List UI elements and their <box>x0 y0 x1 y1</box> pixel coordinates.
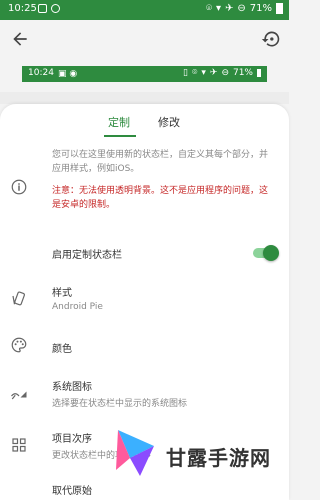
system-icons-row[interactable]: 系统图标 选择要在状态栏中显示的系统图标 <box>0 374 289 410</box>
statusbar-preview: 10:24 ▣ ◉ ▯ ⌾ ▾ ✈ ⊖ 71% <box>22 66 267 82</box>
info-block: 您可以在这里使用新的状态栏，自定义其每个部分，并应用样式，例如iOS。 注意：无… <box>0 148 289 222</box>
style-row[interactable]: 样式 Android Pie <box>0 280 289 316</box>
preview-battery-level: 71% <box>232 68 253 78</box>
status-bar: 10:25 ⌾ ▾ ✈ ⊖ 71% <box>0 0 289 20</box>
preview-dnd-icon: ⊖ <box>221 68 229 78</box>
warning-text: 注意：无法使用透明背景。这不是应用程序的问题，这是安卓的限制。 <box>52 186 269 210</box>
style-phone-icon <box>12 291 26 306</box>
color-row[interactable]: 颜色 <box>0 332 289 358</box>
system-icons-label: 系统图标 <box>52 382 92 393</box>
tab-customize[interactable]: 定制 <box>108 114 130 130</box>
site-watermark: 甘露手游网 <box>102 420 289 500</box>
preview-time: 10:24 <box>28 68 54 78</box>
style-label: 样式 <box>52 288 72 299</box>
preview-wifi-icon: ▾ <box>201 68 206 78</box>
battery-level: 71% <box>249 3 272 14</box>
enable-custom-statusbar-row[interactable]: 启用定制状态栏 <box>0 238 289 268</box>
enable-toggle[interactable] <box>253 245 279 261</box>
preview-airplane-icon: ✈ <box>209 68 218 78</box>
battery-icon <box>276 3 283 14</box>
grid-order-icon <box>12 438 26 452</box>
toggle-knob <box>263 245 279 261</box>
back-arrow-icon[interactable] <box>10 29 30 49</box>
preview-spacer <box>0 92 289 104</box>
location-icon: ⌾ <box>205 3 212 14</box>
watermark-text: 甘露手游网 <box>166 446 271 470</box>
preview-app-icon: ▣ ◉ <box>58 69 78 79</box>
system-icons-desc: 选择要在状态栏中显示的系统图标 <box>52 399 188 409</box>
enable-label: 启用定制状态栏 <box>52 250 122 261</box>
dnd-icon: ⊖ <box>237 3 246 14</box>
signal-wifi-icon <box>11 391 27 400</box>
preview-battery-icon <box>257 69 261 77</box>
color-label: 颜色 <box>52 344 72 355</box>
notification-icon <box>38 4 47 13</box>
tab-indicator <box>104 135 136 137</box>
app-icon <box>51 4 60 13</box>
status-time: 10:25 <box>8 3 37 14</box>
tab-modify[interactable]: 修改 <box>158 114 180 130</box>
preview-phone-icon: ▯ <box>183 68 188 78</box>
watermark-logo-icon <box>116 430 154 476</box>
tab-bar: 定制 修改 <box>0 104 289 138</box>
info-icon <box>11 179 27 195</box>
restore-icon[interactable] <box>261 29 281 49</box>
app-bar <box>0 20 289 58</box>
style-value: Android Pie <box>52 302 103 312</box>
airplane-icon: ✈ <box>224 3 234 14</box>
palette-icon <box>11 337 27 353</box>
info-text: 您可以在这里使用新的状态栏，自定义其每个部分，并应用样式，例如iOS。 <box>52 150 269 174</box>
wifi-icon: ▾ <box>215 3 221 14</box>
preview-location-icon: ⌾ <box>191 68 198 78</box>
